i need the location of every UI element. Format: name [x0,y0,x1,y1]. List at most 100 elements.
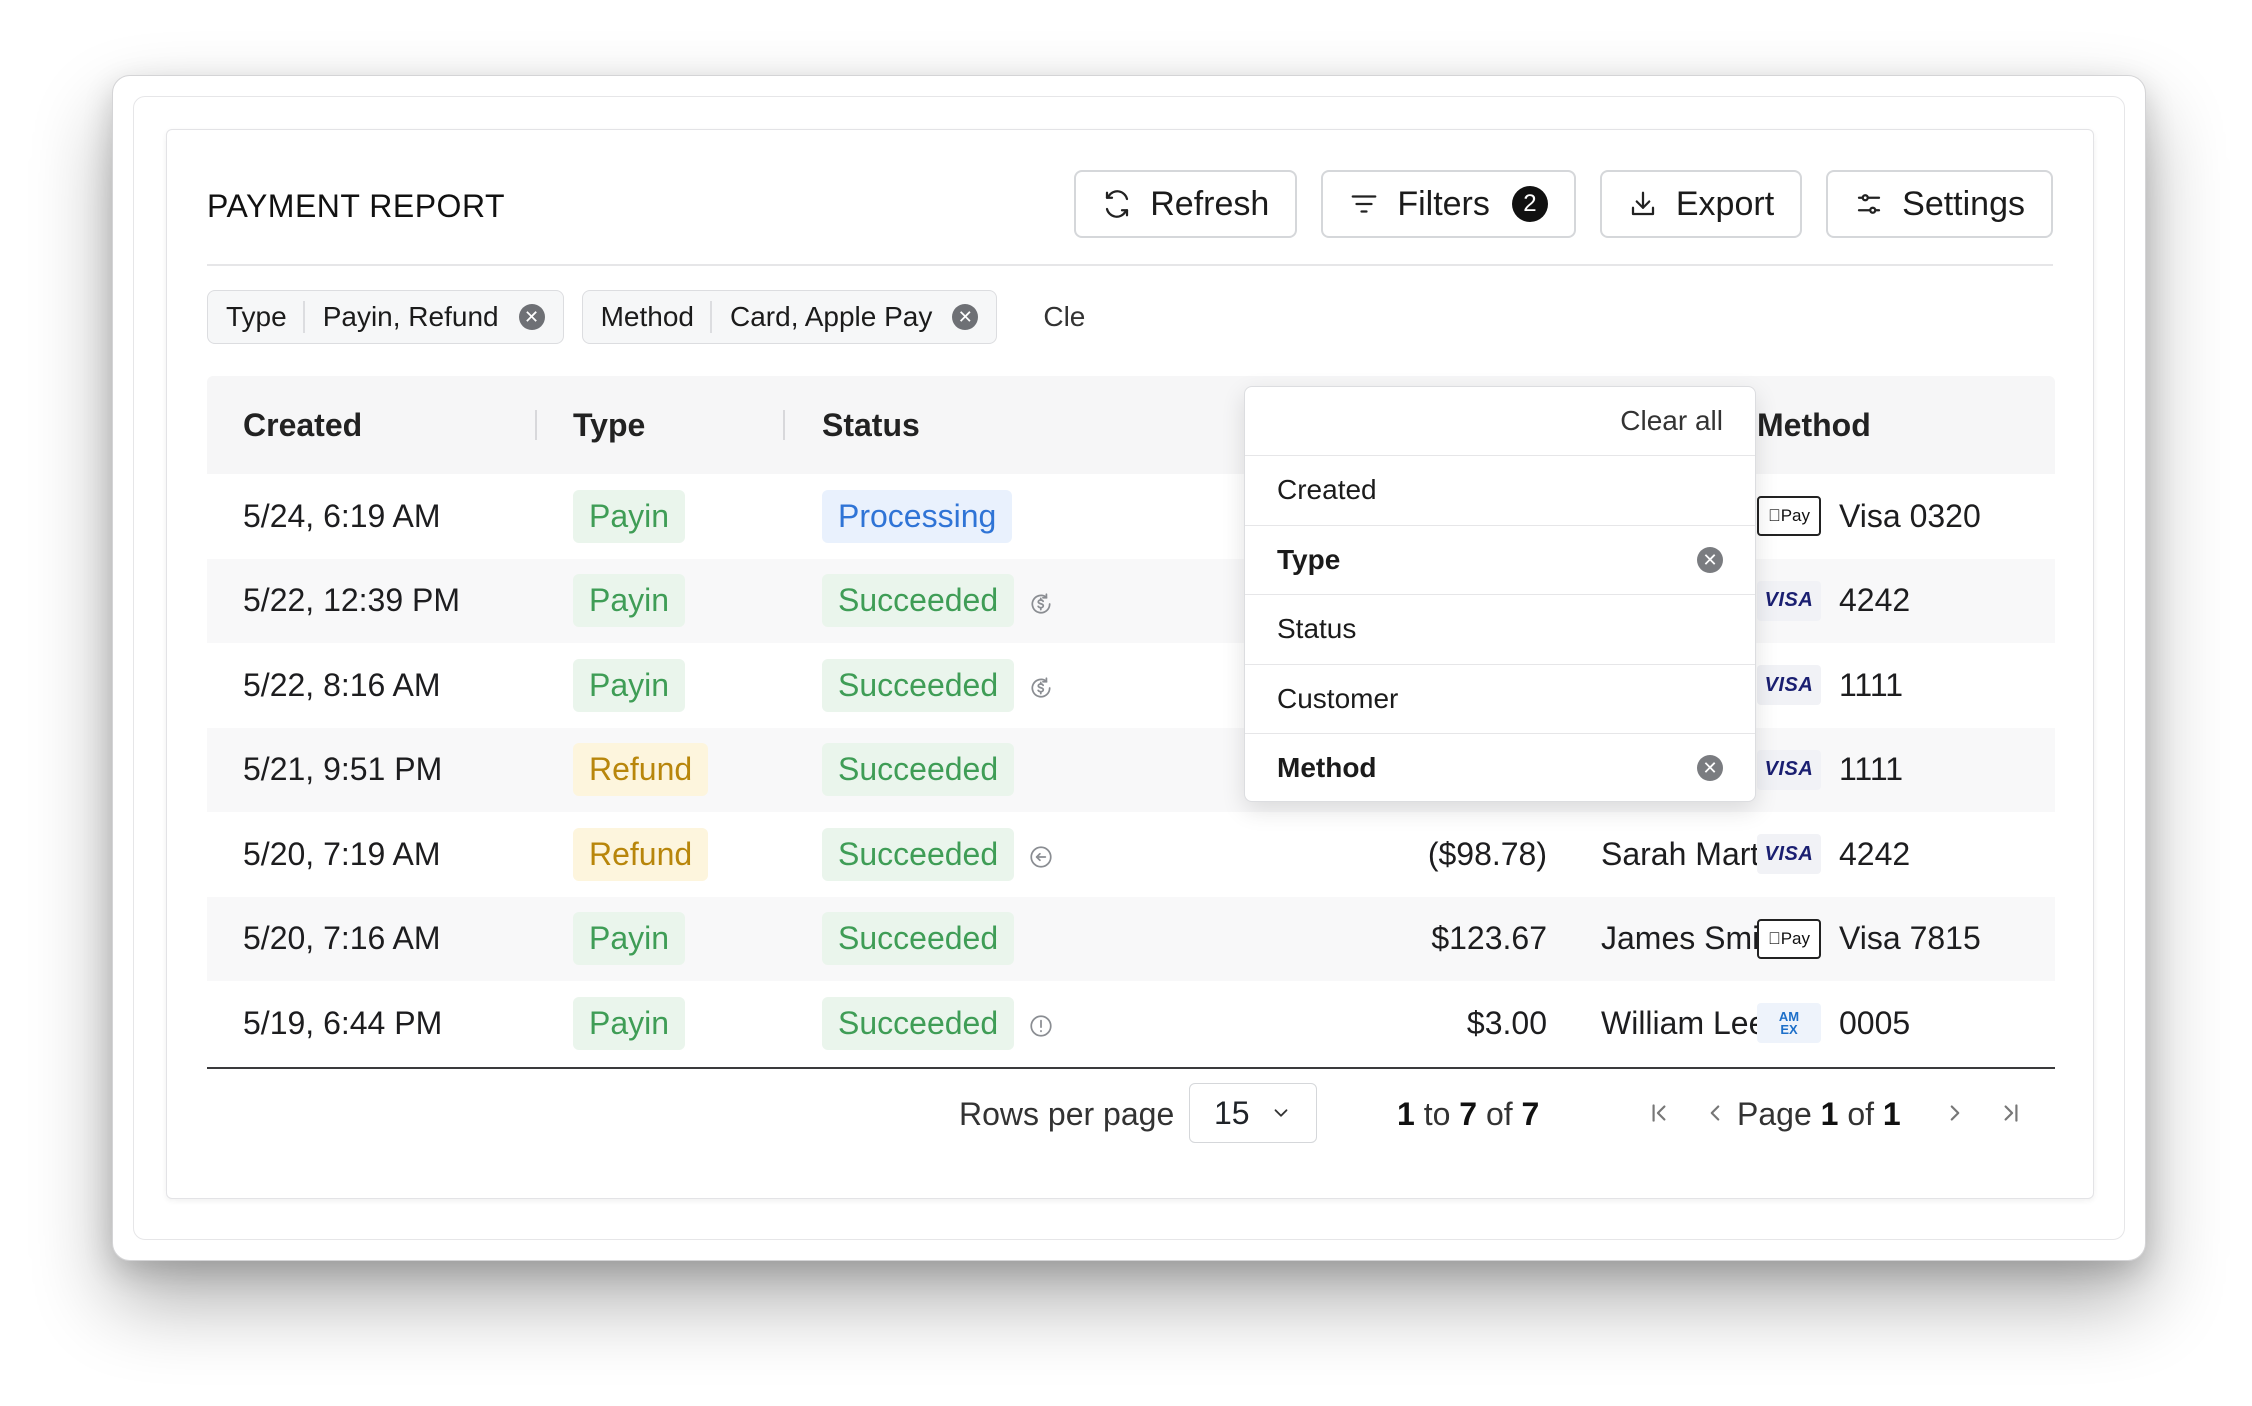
page-current: 1 [1820,1096,1839,1132]
status-badge: Succeeded [822,827,1015,881]
amex-line2: EX [1780,1022,1798,1038]
arrow-left-circle-icon[interactable] [1028,841,1054,868]
chevron-down-icon [1274,1109,1288,1117]
chevron-right-icon [1950,1105,1960,1121]
cell-status: Succeeded [822,812,1054,897]
range-to: 7 [1459,1096,1478,1132]
column-header-method[interactable]: Method [1757,376,1871,474]
cell-method: Pay Visa 7815 [1757,897,1981,982]
cell-method: VISA 4242 [1757,812,1910,897]
refresh-icon [1106,190,1129,218]
table-row[interactable]: 5/22, 12:39 PM Payin Succeeded nez VISA4… [207,558,2055,644]
column-divider[interactable] [535,410,537,440]
cell-method: AM EX 0005 [1757,981,1910,1066]
range-to-word: to [1423,1096,1451,1132]
filters-dropdown: Clear all Created Type ✕ Status Customer Meth… [1244,386,1756,802]
first-page-button[interactable] [1643,1097,1675,1129]
clear-filters-link[interactable]: Cle [1043,301,1085,333]
cell-method: Pay Visa 0320 [1757,474,1981,559]
method-text: 4242 [1839,582,1911,619]
status-badge: Processing [822,489,1013,543]
filter-field-label: Customer [1277,682,1399,714]
filter-field-label: Created [1277,474,1377,506]
table-row[interactable]: 5/20, 7:19 AM Refund Succeeded ($98.78) … [207,812,2055,897]
filter-chip-key: Type [226,301,305,333]
remove-filter-icon[interactable]: ✕ [1697,755,1723,782]
apple-logo-glyph:  [1768,929,1781,949]
type-badge: Payin [573,658,686,712]
window-frame: PAYMENT REPORT Refresh Filters 2 Export … [133,96,2125,1240]
payment-report-card: PAYMENT REPORT Refresh Filters 2 Export … [166,129,2094,1199]
cell-created: 5/20, 7:16 AM [243,920,441,957]
dollar-refresh-icon[interactable] [1028,672,1054,698]
status-badge: Succeeded [822,658,1015,712]
visa-icon: VISA [1757,834,1821,875]
page-total: 1 [1882,1096,1901,1132]
cell-created: 5/22, 12:39 PM [243,582,461,619]
filter-field-label: Status [1277,613,1357,645]
filter-field-status[interactable]: Status [1245,594,1755,664]
rows-per-page-select[interactable]: 15 [1189,1083,1317,1143]
cell-created: 5/22, 8:16 AM [243,666,441,703]
table-row[interactable]: 5/19, 6:44 PM Payin Succeeded $3.00 Will… [207,981,2055,1066]
status-badge: Succeeded [822,574,1015,628]
range-text: 1 to 7 of 7 [1397,1096,1539,1133]
cell-created: 5/21, 9:51 PM [243,751,443,788]
cell-method: VISA 4242 [1757,559,1910,644]
cell-amount: $3.00 [1466,1004,1547,1041]
settings-button[interactable]: Settings [1826,170,2053,238]
filter-chip-method[interactable]: Method Card, Apple Pay ✕ [581,290,998,344]
method-text: 1111 [1839,666,1904,703]
cell-amount: ($98.78) [1427,835,1547,872]
table-row[interactable]: 5/21, 9:51 PM Refund Succeeded ($10.00) … [207,727,2055,813]
column-header-status[interactable]: Status [822,376,920,474]
apple-pay-icon: Pay [1757,918,1821,959]
table-row[interactable]: 5/20, 7:16 AM Payin Succeeded $123.67 Ja… [207,896,2055,982]
column-header-type[interactable]: Type [573,376,645,474]
filter-chip-type[interactable]: Type Payin, Refund ✕ [207,290,564,344]
filter-chip-key: Method [601,301,712,333]
filter-field-label: Method [1277,752,1377,784]
download-icon [1631,191,1654,216]
cell-amount: $123.67 [1431,920,1547,957]
cell-type: Payin [573,474,686,559]
remove-filter-icon[interactable]: ✕ [518,304,545,330]
cell-type: Refund [573,728,709,813]
rows-per-page-label: Rows per page [959,1096,1175,1132]
last-page-button[interactable] [1995,1097,2027,1129]
table-row[interactable]: 5/22, 8:16 AM Payin Succeeded $10.00 Emi… [207,643,2055,728]
cell-created: 5/19, 6:44 PM [243,1004,443,1041]
clear-all-button[interactable]: Clear all [1620,405,1723,437]
filter-field-method[interactable]: Method ✕ [1245,733,1755,803]
status-badge: Succeeded [822,996,1015,1050]
refresh-button[interactable]: Refresh [1074,170,1298,238]
cell-status: Succeeded [822,559,1054,644]
visa-icon: VISA [1757,665,1821,706]
app-window: PAYMENT REPORT Refresh Filters 2 Export … [112,75,2146,1261]
remove-filter-icon[interactable]: ✕ [1697,546,1723,573]
next-page-button[interactable] [1939,1097,1971,1129]
filter-field-created[interactable]: Created [1245,455,1755,525]
cell-status: Succeeded [822,728,1015,813]
method-text: Visa 0320 [1839,497,1981,534]
dollar-refresh-icon[interactable] [1028,588,1054,614]
remove-filter-icon[interactable]: ✕ [952,304,979,330]
previous-page-button[interactable] [1699,1097,1731,1129]
column-header-created[interactable]: Created [243,376,362,474]
alert-circle-icon[interactable] [1028,1010,1054,1037]
chevron-last-icon [2004,1104,2018,1122]
cell-type: Refund [573,812,709,897]
column-divider[interactable] [783,410,785,440]
table-row[interactable]: 5/24, 6:19 AM Payin Processing n PayVis… [207,474,2055,559]
method-text: 4242 [1839,835,1911,872]
export-button[interactable]: Export [1599,170,1803,238]
filter-field-customer[interactable]: Customer [1245,663,1755,734]
filter-field-type[interactable]: Type ✕ [1245,524,1755,595]
filter-chip-value: Payin, Refund [322,301,499,332]
cell-type: Payin [573,981,686,1066]
cell-status: Processing [822,474,1013,559]
settings-label: Settings [1902,184,2025,223]
filters-button[interactable]: Filters 2 [1321,170,1576,238]
filters-label: Filters [1397,184,1490,223]
status-badge: Succeeded [822,912,1015,966]
